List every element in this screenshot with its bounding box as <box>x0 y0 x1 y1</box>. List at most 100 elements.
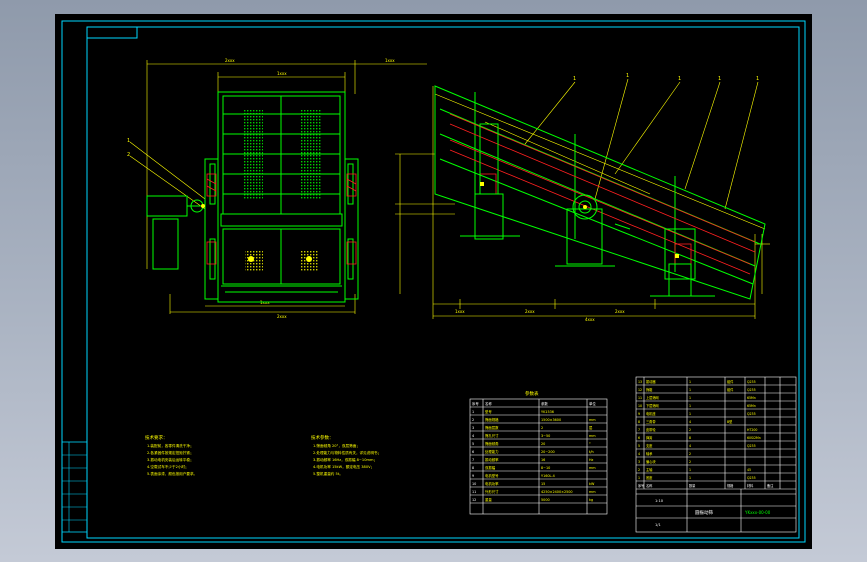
notes-right-line: 3.振动频率 16Hz，双振幅 8~10mm； <box>313 457 377 462</box>
parts-cell: 1 <box>689 388 691 392</box>
side-callout-2: 1 <box>626 73 629 79</box>
parts-cell: Q235 <box>747 380 756 384</box>
param-cell: 8~10 <box>541 466 550 470</box>
param-header-cell: 参数 <box>541 401 548 406</box>
parts-cell: 65Mn <box>747 404 756 408</box>
param-cell: 20~200 <box>541 450 555 454</box>
param-table-title: 参数表 <box>525 390 539 397</box>
notes-left-line: 2.各紧固件按规定扭矩拧紧； <box>147 450 194 455</box>
drawing-border-outer <box>61 20 806 543</box>
parts-cell: 1 <box>689 468 691 472</box>
cad-viewport[interactable]: 2xxx 1xxx 1xxx 1xxx 2xxx 1 2 1xxx 2xxx 2… <box>55 14 812 549</box>
parts-cell: Q235 <box>747 412 756 416</box>
parts-header-cell: 数量 <box>689 483 696 488</box>
parts-cell: 2 <box>689 428 691 432</box>
param-cell: Hz <box>589 458 594 462</box>
parts-cell: 组件 <box>727 379 734 384</box>
notes-left-line: 1.装配前，各零件清洗干净； <box>147 443 194 448</box>
param-cell: 筛面规格 <box>485 417 499 422</box>
notes-left-line: 4.空载试车不少于2小时； <box>147 464 189 469</box>
parts-cell: 7 <box>638 428 640 432</box>
parts-cell: B型 <box>727 419 733 424</box>
title-name: 圆振动筛 <box>695 509 713 516</box>
binding-strip <box>61 441 88 533</box>
dim-top-3: 1xxx <box>385 58 395 63</box>
param-cell: t/h <box>589 450 594 454</box>
parts-cell: 4 <box>638 452 640 456</box>
parts-list: 13 振动器 1 组件 Q23512 筛箱 1 组件 Q23511 上层筛网 1 65Mn10 下层筛网… <box>635 376 797 533</box>
param-cell: 8 <box>472 466 474 470</box>
parts-cell: 电机座 <box>646 411 656 416</box>
param-cell: 双振幅 <box>485 465 496 470</box>
parts-cell: 45 <box>747 468 751 472</box>
parts-cell: Q235 <box>747 476 756 480</box>
title-tag-box <box>86 26 138 39</box>
parts-cell: 下层筛网 <box>646 403 659 408</box>
parts-cell: 10 <box>638 404 642 408</box>
callout-1: 1 <box>127 138 130 144</box>
tech-notes-right: 技术参数： 1.筛面倾角 20°，双层筛面； 2.处理能力与物料性质有关，详见说… <box>311 434 381 476</box>
param-cell: mm <box>589 418 596 422</box>
param-cell: 外形尺寸 <box>485 489 499 494</box>
parts-cell: 4 <box>689 444 691 448</box>
parts-header-cell: 序号 <box>638 483 644 488</box>
notes-right-line: 2.处理能力与物料性质有关，详见说明书； <box>313 450 381 455</box>
parts-cell: 4 <box>689 420 691 424</box>
param-cell: 10 <box>472 482 476 486</box>
param-cell: 3~50 <box>541 434 550 438</box>
title-scale: 1:10 <box>655 499 664 503</box>
param-cell: mm <box>589 434 596 438</box>
notes-right-line: 5.整机重量约 5t。 <box>313 471 343 476</box>
parts-cell: 皮带轮 <box>646 427 656 432</box>
parts-cell: 2 <box>689 460 691 464</box>
param-cell: 振动频率 <box>485 457 499 462</box>
dim-bottom-2: 2xxx <box>277 314 287 319</box>
side-callout-4: 1 <box>718 76 721 82</box>
side-dim-1: 1xxx <box>455 309 465 314</box>
parts-cell: 6 <box>638 436 640 440</box>
param-header-cell: 序号 <box>472 401 479 406</box>
notes-left-line: 5.表面涂漆，颜色按用户要求。 <box>147 471 197 476</box>
parts-cell: 上层筛网 <box>646 395 659 400</box>
notes-right-title: 技术参数： <box>311 434 334 441</box>
param-cell: 筛孔尺寸 <box>485 433 499 438</box>
parts-cell: Q235 <box>747 444 756 448</box>
param-cell: Y160L-4 <box>541 474 555 478</box>
parts-cell: Q235 <box>747 388 756 392</box>
side-dim-3: 2xxx <box>615 309 625 314</box>
param-cell: 9 <box>472 474 474 478</box>
param-cell: 20 <box>541 442 545 446</box>
parts-cell: 轴承 <box>646 451 653 456</box>
parts-cell: 60Si2Mn <box>747 436 761 440</box>
notes-left-line: 3.振动电机安装后运转平稳； <box>147 457 194 462</box>
param-cell: 电机型号 <box>485 473 499 478</box>
parts-cell: 底座 <box>646 475 653 480</box>
parts-cell: 1 <box>689 476 691 480</box>
parts-header-cell: 备注 <box>767 483 774 488</box>
parts-cell: 1 <box>689 396 691 400</box>
parts-cell: 弹簧 <box>646 435 653 440</box>
parts-cell: 组件 <box>727 387 734 392</box>
param-cell: mm <box>589 490 596 494</box>
param-cell: 3 <box>472 426 474 430</box>
parts-cell: 三角带 <box>646 419 656 424</box>
parts-cell: 2 <box>689 452 691 456</box>
parts-cell: 65Mn <box>747 396 756 400</box>
param-cell: 4 <box>472 434 474 438</box>
dim-top-2: 1xxx <box>277 71 287 76</box>
param-cell: 处理能力 <box>485 449 499 454</box>
notes-right-line: 1.筛面倾角 20°，双层筛面； <box>313 443 360 448</box>
param-cell: 层 <box>589 425 593 430</box>
param-cell: 1 <box>472 410 474 414</box>
param-cell: 7 <box>472 458 474 462</box>
param-cell: mm <box>589 466 596 470</box>
side-view: 1xxx 2xxx 2xxx 4xxx 1 1 1 1 1 <box>395 73 770 322</box>
param-header-cell: 单位 <box>589 401 596 406</box>
param-cell: 1500×3600 <box>541 418 561 422</box>
parts-cell: 5 <box>638 444 640 448</box>
notes-left-title: 技术要求： <box>145 434 168 441</box>
parts-header-cell: 名称 <box>646 483 653 488</box>
param-cell: YK1536 <box>541 410 554 414</box>
side-callout-3: 1 <box>678 76 681 82</box>
param-header-cell: 名称 <box>485 401 492 406</box>
